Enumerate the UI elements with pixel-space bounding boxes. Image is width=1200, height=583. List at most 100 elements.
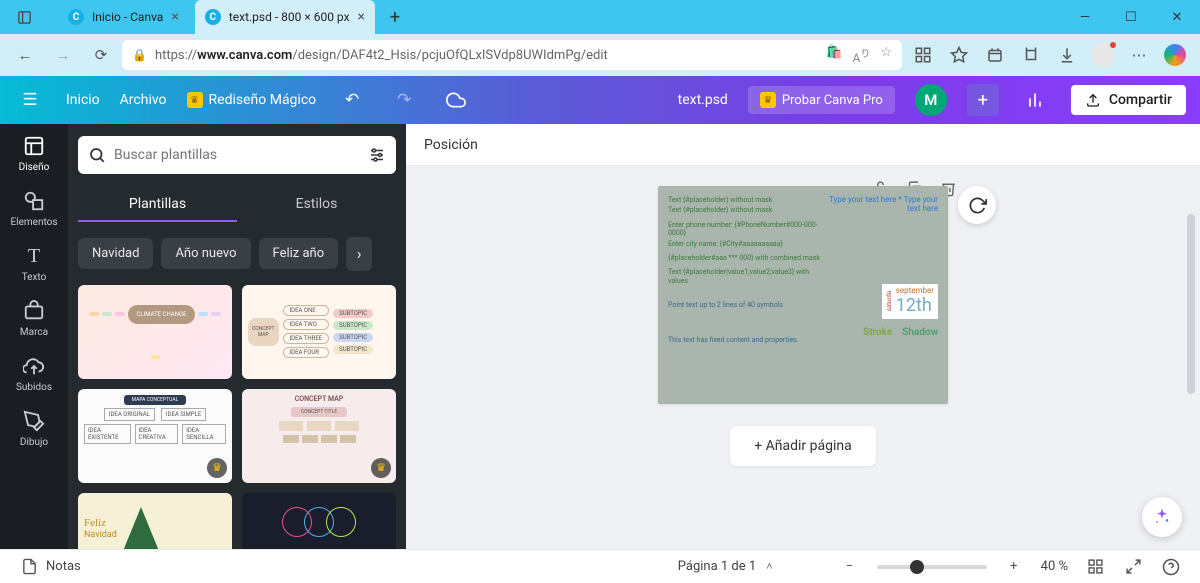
canva-favicon: C <box>205 9 221 25</box>
regenerate-button[interactable] <box>958 186 996 224</box>
undo-icon[interactable]: ↶ <box>336 84 368 116</box>
canvas-text[interactable]: Text {#placeholder} without mask <box>668 196 825 204</box>
crown-icon: ♛ <box>760 92 776 108</box>
zoom-slider[interactable] <box>877 565 987 569</box>
side-panel: Plantillas Estilos Navidad Año nuevo Fel… <box>68 124 406 549</box>
canvas-text[interactable]: This text has fixed content and properti… <box>668 336 825 344</box>
home-link[interactable]: Inicio <box>66 92 100 108</box>
share-button[interactable]: Compartir <box>1071 85 1186 115</box>
cloud-upload-icon <box>22 354 46 378</box>
collections-icon[interactable] <box>978 39 1012 71</box>
extensions-icon[interactable] <box>906 39 940 71</box>
canvas-text[interactable]: Enter city name: {#City#aaaaaaaaaa} <box>668 240 825 248</box>
template-thumb[interactable]: CLIMATE CHANGE <box>78 285 232 379</box>
page-indicator[interactable]: Página 1 de 1˄ <box>678 559 777 574</box>
canvas-text[interactable]: Text {#placeholder|value1;value2;value3}… <box>668 268 825 285</box>
brand-icon <box>22 299 46 323</box>
cloud-sync-icon[interactable] <box>440 84 472 116</box>
vertical-scrollbar[interactable] <box>1186 208 1196 541</box>
try-pro-button[interactable]: ♛Probar Canva Pro <box>748 86 895 114</box>
canvas-text[interactable]: {#placeholder#aaa *** 000} with combined… <box>668 254 825 262</box>
template-search[interactable] <box>78 136 396 174</box>
menu-icon[interactable]: ☰ <box>14 84 46 116</box>
template-thumb[interactable] <box>242 493 396 549</box>
canvas-text[interactable]: Point text up to 2 lines of 40 symbols <box>668 301 825 309</box>
minimize-button[interactable]: — <box>1062 0 1108 34</box>
favorites-icon[interactable] <box>942 39 976 71</box>
window-controls: — ☐ ✕ <box>1062 0 1200 34</box>
text-icon: T <box>22 244 46 268</box>
tune-icon[interactable] <box>368 146 386 164</box>
favorite-icon[interactable]: ☆ <box>880 45 892 65</box>
browser-tools-icon[interactable] <box>1014 39 1048 71</box>
back-button[interactable]: ← <box>8 39 42 71</box>
close-icon[interactable]: × <box>171 9 178 25</box>
rail-brand[interactable]: Marca <box>20 299 48 338</box>
stage[interactable]: Text {#placeholder} without mask Text {#… <box>406 166 1200 549</box>
zoom-in-button[interactable]: + <box>1003 556 1025 578</box>
canvas-text[interactable]: Type your text here * Type your text her… <box>825 196 938 214</box>
tab-actions-icon[interactable] <box>8 3 40 31</box>
browser-tab[interactable]: C text.psd - 800 × 600 px × <box>195 0 375 34</box>
calendar-widget[interactable]: saturda september 12th <box>882 284 938 319</box>
canvas-text[interactable]: Enter phone number: {#PhoneNumber#000-00… <box>668 221 825 238</box>
copilot-button[interactable] <box>1158 39 1192 71</box>
user-avatar[interactable]: M <box>915 84 947 116</box>
search-input[interactable] <box>114 147 360 163</box>
zoom-out-button[interactable]: − <box>839 556 861 578</box>
chip-navidad[interactable]: Navidad <box>78 238 153 269</box>
file-menu[interactable]: Archivo <box>120 92 167 108</box>
rail-label: Dibujo <box>20 437 48 448</box>
redo-icon[interactable]: ↷ <box>388 84 420 116</box>
analytics-icon[interactable] <box>1019 84 1051 116</box>
shopping-icon[interactable]: 🛍️ <box>826 45 842 65</box>
new-tab-button[interactable]: + <box>381 3 409 31</box>
template-thumb[interactable]: MAPA CONCEPTUAL IDEA ORIGINALIDEA SIMPLE… <box>78 389 232 483</box>
fullscreen-icon[interactable] <box>1122 556 1144 578</box>
tab-styles[interactable]: Estilos <box>237 188 396 222</box>
template-grid: CLIMATE CHANGE CONCEPTMAP IDEA ONE IDEA … <box>78 285 396 549</box>
profile-button[interactable] <box>1086 39 1120 71</box>
premium-badge-icon: ♛ <box>207 458 227 478</box>
invite-button[interactable]: + <box>967 84 999 116</box>
close-window-button[interactable]: ✕ <box>1154 0 1200 34</box>
stroke-label[interactable]: Stroke <box>863 327 892 339</box>
rail-label: Diseño <box>19 162 50 173</box>
address-bar[interactable]: 🔒 https://www.canva.com/design/DAF4t2_Hs… <box>122 40 902 70</box>
add-page-button[interactable]: + Añadir página <box>730 426 876 466</box>
window-titlebar: C Inicio - Canva × C text.psd - 800 × 60… <box>0 0 1200 34</box>
context-toolbar: Posición <box>406 124 1200 166</box>
grid-view-icon[interactable] <box>1084 556 1106 578</box>
shadow-label[interactable]: Shadow <box>902 327 938 339</box>
position-button[interactable]: Posición <box>424 137 478 153</box>
rail-draw[interactable]: Dibujo <box>20 409 48 448</box>
rail-design[interactable]: Diseño <box>19 134 50 173</box>
rail-uploads[interactable]: Subidos <box>16 354 52 393</box>
close-icon[interactable]: × <box>358 9 365 25</box>
rail-elements[interactable]: Elementos <box>10 189 57 228</box>
browser-tab[interactable]: C Inicio - Canva × <box>58 0 189 34</box>
reload-button[interactable]: ⟳ <box>84 39 118 71</box>
zoom-level[interactable]: 40 % <box>1041 559 1068 574</box>
downloads-icon[interactable] <box>1050 39 1084 71</box>
document-title[interactable]: text.psd <box>678 92 728 108</box>
text-size-icon[interactable]: Aり <box>853 45 871 65</box>
canvas-text[interactable]: Text {#placeholder} without mask <box>668 206 825 214</box>
chips-next[interactable]: › <box>346 237 372 271</box>
help-icon[interactable] <box>1160 556 1182 578</box>
more-button[interactable]: ⋯ <box>1122 39 1156 71</box>
notes-button[interactable]: Notas <box>18 556 81 578</box>
chip-feliz-ano[interactable]: Feliz año <box>259 238 339 269</box>
chip-ano-nuevo[interactable]: Año nuevo <box>161 238 250 269</box>
template-thumb[interactable]: FelizNavidad <box>78 493 232 549</box>
maximize-button[interactable]: ☐ <box>1108 0 1154 34</box>
magic-assistant-button[interactable] <box>1142 497 1182 537</box>
calendar-weekday: saturda <box>886 291 893 311</box>
tab-templates[interactable]: Plantillas <box>78 188 237 222</box>
rail-text[interactable]: T Texto <box>22 244 47 283</box>
magic-redesign[interactable]: ♛Rediseño Mágico <box>187 92 317 108</box>
template-thumb[interactable]: CONCEPTMAP IDEA ONE IDEA TWO IDEA THREE … <box>242 285 396 379</box>
filter-chips: Navidad Año nuevo Feliz año › <box>78 237 396 271</box>
canvas-page[interactable]: Text {#placeholder} without mask Text {#… <box>658 186 948 404</box>
template-thumb[interactable]: CONCEPT MAP CONCEPT TITLE ♛ <box>242 389 396 483</box>
